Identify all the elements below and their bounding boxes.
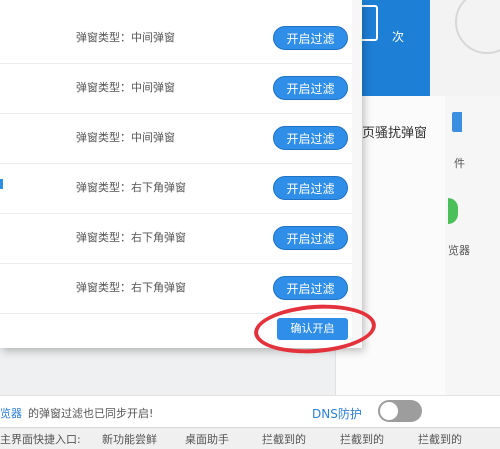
popup-type-label: 弹窗类型：右下角弹窗 xyxy=(76,231,186,244)
list-item: 弹窗类型：右下角弹窗 开启过滤 xyxy=(0,163,352,214)
popup-type-label: 弹窗类型：右下角弹窗 xyxy=(76,281,186,294)
file-tool-icon[interactable] xyxy=(452,112,462,132)
list-item: 弹窗类型：右下角弹窗 开启过滤 xyxy=(0,213,352,264)
enable-filter-button[interactable]: 开启过滤 xyxy=(273,126,348,150)
popup-type-label: 弹窗类型：中间弹窗 xyxy=(76,131,175,144)
bottom-item[interactable]: 桌面助手 xyxy=(185,431,229,447)
popup-filter-dialog: 弹窗类型：中间弹窗 开启过滤 弹窗类型：中间弹窗 开启过滤 弹窗类型：中间弹窗 … xyxy=(0,0,378,358)
bottom-toolbar: 主界面快捷入口: 新功能尝鲜 桌面助手 拦截到的 拦截到的 拦截到的 xyxy=(0,427,500,449)
bottom-item[interactable]: 新功能尝鲜 xyxy=(102,431,157,447)
enable-filter-button[interactable]: 开启过滤 xyxy=(273,176,348,200)
dialog-scrollbar[interactable] xyxy=(352,0,362,348)
popup-type-label: 弹窗类型：中间弹窗 xyxy=(76,31,175,44)
file-tool-label: 件 xyxy=(454,157,465,170)
enable-filter-button[interactable]: 开启过滤 xyxy=(273,26,348,50)
dns-protection-label: DNS防护 xyxy=(312,407,362,421)
list-item: 弹窗类型：中间弹窗 开启过滤 xyxy=(0,63,352,114)
bottom-item[interactable]: 拦截到的 xyxy=(340,431,384,447)
list-item: 弹窗类型：中间弹窗 开启过滤 xyxy=(0,13,352,64)
status-message: 览器 的弹窗过滤也已同步开启! xyxy=(0,405,153,421)
bottom-item[interactable]: 主界面快捷入口: xyxy=(0,431,81,447)
panel-title: 页骚扰弹窗 xyxy=(362,126,428,141)
enable-filter-button[interactable]: 开启过滤 xyxy=(273,76,348,100)
bottom-item[interactable]: 拦截到的 xyxy=(418,431,462,447)
dns-toggle[interactable] xyxy=(378,400,422,422)
bottom-item[interactable]: 拦截到的 xyxy=(262,431,306,447)
status-text: 的弹窗过滤也已同步开启! xyxy=(28,407,154,420)
popup-type-label: 弹窗类型：中间弹窗 xyxy=(76,81,175,94)
next-label[interactable]: 次 xyxy=(392,28,404,45)
status-browser-link[interactable]: 览器 xyxy=(0,407,22,420)
list-item: 弹窗类型：中间弹窗 开启过滤 xyxy=(0,113,352,164)
popup-type-label: 弹窗类型：右下角弹窗 xyxy=(76,181,186,194)
browser-tool-label: 览器 xyxy=(448,244,470,257)
enable-filter-button[interactable]: 开启过滤 xyxy=(273,226,348,250)
toggle-knob xyxy=(380,402,398,420)
row-marker xyxy=(0,179,3,189)
enable-filter-button[interactable]: 开启过滤 xyxy=(273,276,348,300)
